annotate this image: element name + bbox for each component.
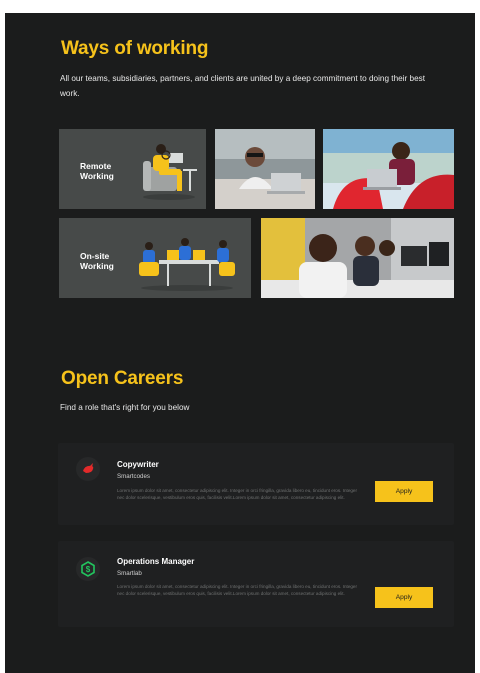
job-card: Copywriter Smartcodes Lorem ipsum dolor … [58,443,454,525]
on-site-photo-office [261,218,454,298]
job-title: Copywriter [117,460,159,469]
smartcodes-logo [76,457,100,481]
remote-worker-illustration [143,144,197,200]
apply-button[interactable]: Apply [375,481,433,502]
open-careers-subheading: Find a role that's right for you below [60,403,190,412]
photo-office-team [261,218,454,298]
photo-man-with-laptop [323,129,454,209]
remote-photo-laptop-man [323,129,454,209]
apply-button[interactable]: Apply [375,587,433,608]
open-careers-heading: Open Careers [61,368,184,389]
job-description: Lorem ipsum dolor sit amet, consectetur … [117,488,358,501]
remote-working-tile: Remote Working [59,129,206,209]
job-description: Lorem ipsum dolor sit amet, consectetur … [117,584,358,597]
job-title: Operations Manager [117,557,195,566]
job-card: $ Operations Manager Smartlab Lorem ipsu… [58,541,454,627]
job-company: Smartlab [117,570,142,577]
ways-of-working-intro: All our teams, subsidiaries, partners, a… [60,74,425,98]
svg-text:$: $ [86,565,91,574]
remote-photo-laptop-woman [215,129,315,209]
remote-working-label: Remote Working [80,161,114,181]
on-site-working-label: On-site Working [80,251,114,271]
team-meeting-illustration [139,238,235,291]
green-hexagon-dollar-icon: $ [81,561,95,577]
job-company: Smartcodes [117,473,151,480]
on-site-working-tile: On-site Working [59,218,251,298]
red-bird-icon [83,463,94,473]
careers-page: Ways of working All our teams, subsidiar… [5,13,475,673]
photo-woman-with-laptop [215,129,315,209]
ways-of-working-heading: Ways of working [61,38,209,59]
smartlab-logo: $ [76,557,100,581]
